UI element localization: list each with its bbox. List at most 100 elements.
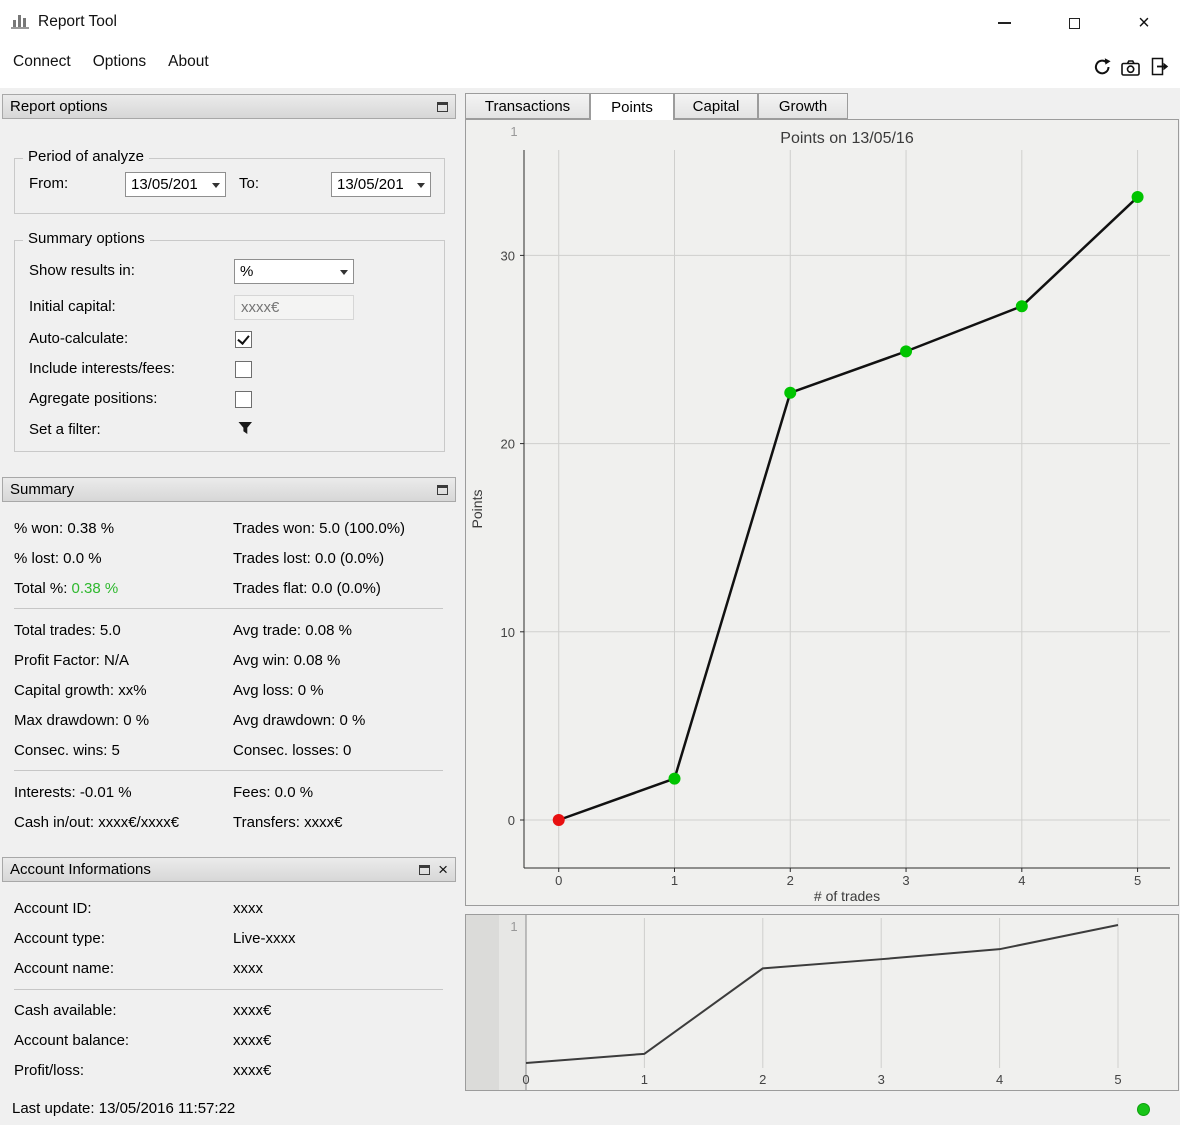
to-date-combo[interactable]: 13/05/201 — [331, 172, 431, 197]
menu-connect[interactable]: Connect — [2, 48, 82, 76]
section-title: Account Informations — [10, 861, 151, 878]
close-panel-icon[interactable]: × — [438, 861, 448, 878]
svg-text:4: 4 — [996, 1072, 1003, 1087]
summary-stat: Trades won: 5.0 (100.0%) — [233, 520, 406, 537]
account-value: xxxx€ — [233, 1062, 272, 1079]
summary-stat: Profit Factor: N/A — [14, 652, 130, 669]
svg-text:3: 3 — [878, 1072, 885, 1087]
export-icon[interactable] — [1150, 57, 1172, 79]
summary-stat: Trades lost: 0.0 (0.0%) — [233, 550, 385, 567]
show-results-value: % — [240, 263, 254, 280]
summary-stat: Avg drawdown: 0 % — [233, 712, 366, 729]
summary-stat: Trades flat: 0.0 (0.0%) — [233, 580, 381, 597]
connection-status-dot — [1137, 1103, 1150, 1116]
tab-points[interactable]: Points — [590, 93, 674, 120]
tab-growth[interactable]: Growth — [758, 93, 848, 119]
account-label: Account ID: — [14, 900, 92, 917]
summary-stat: Avg win: 0.08 % — [233, 652, 341, 669]
summary-stat: Max drawdown: 0 % — [14, 712, 150, 729]
app-icon — [10, 11, 32, 35]
maximize-button[interactable] — [1060, 9, 1088, 37]
svg-text:2: 2 — [787, 873, 794, 888]
initial-capital-label: Initial capital: — [29, 298, 116, 315]
svg-text:4: 4 — [1018, 873, 1025, 888]
close-icon: × — [1138, 12, 1150, 34]
menu-about[interactable]: About — [157, 48, 220, 76]
minimize-button[interactable] — [990, 9, 1018, 37]
summary-stat: Total trades: 5.0 — [14, 622, 121, 639]
total-value: 0.38 % — [71, 580, 119, 597]
svg-text:3: 3 — [902, 873, 909, 888]
float-panel-icon[interactable] — [437, 484, 448, 495]
account-informations-header: Account Informations × — [2, 857, 456, 882]
last-update-text: Last update: 13/05/2016 11:57:22 — [12, 1100, 236, 1117]
summary-stat: Transfers: xxxx€ — [233, 814, 343, 831]
svg-text:5: 5 — [1114, 1072, 1121, 1087]
overview-chart-panel: 01234501 — [458, 914, 1179, 1091]
points-chart-canvas[interactable]: 0 1 2 3 4 5 0 10 20 30 Points on 13/05/16 # of trad… — [458, 120, 1178, 905]
maximize-icon — [1068, 17, 1080, 29]
summary-options-legend: Summary options — [23, 230, 150, 247]
summary-stat: Capital growth: xx% — [14, 682, 147, 699]
svg-text:20: 20 — [501, 437, 515, 452]
svg-text:1: 1 — [671, 873, 678, 888]
account-label: Profit/loss: — [14, 1062, 85, 1079]
svg-text:30: 30 — [501, 248, 515, 263]
include-interests-checkbox[interactable] — [235, 361, 252, 378]
chevron-down-icon — [417, 183, 425, 188]
summary-stat: Cash in/out: xxxx€/xxxx€ — [14, 814, 180, 831]
close-button[interactable]: × — [1130, 9, 1158, 37]
from-date-combo[interactable]: 13/05/201 — [125, 172, 226, 197]
svg-text:0: 0 — [555, 873, 562, 888]
summary-stat: Consec. losses: 0 — [233, 742, 352, 759]
svg-text:5: 5 — [1134, 873, 1141, 888]
account-value: xxxx — [233, 900, 263, 917]
agregate-positions-checkbox[interactable] — [235, 391, 252, 408]
chevron-down-icon — [340, 270, 348, 275]
tab-capital[interactable]: Capital — [674, 93, 758, 119]
account-value: xxxx — [233, 960, 263, 977]
refresh-icon[interactable] — [1093, 57, 1115, 79]
summary-stat-total: Total %: 0.38 % — [14, 577, 118, 601]
account-label: Account type: — [14, 930, 105, 947]
minimize-icon — [997, 22, 1011, 24]
svg-text:Points on 13/05/16: Points on 13/05/16 — [780, 130, 914, 147]
summary-stat: Interests: -0.01 % — [14, 784, 132, 801]
show-results-label: Show results in: — [29, 262, 135, 279]
svg-text:0: 0 — [522, 1072, 529, 1087]
show-results-combo[interactable]: % — [234, 259, 354, 284]
account-label: Account name: — [14, 960, 115, 977]
menu-bar: Connect Options About — [2, 46, 220, 78]
svg-text:1: 1 — [510, 124, 517, 139]
summary-stat: % lost: 0.0 % — [14, 550, 102, 567]
period-groupbox: Period of analyze From: 13/05/201 To: 13… — [14, 148, 445, 214]
svg-text:0: 0 — [508, 813, 515, 828]
float-panel-icon[interactable] — [419, 864, 431, 875]
menu-options[interactable]: Options — [82, 48, 157, 76]
summary-stat: Fees: 0.0 % — [233, 784, 314, 801]
summary-options-groupbox: Summary options Show results in: % Initi… — [14, 230, 445, 452]
window-title: Report Tool — [38, 13, 117, 30]
account-value: xxxx€ — [233, 1002, 272, 1019]
float-panel-icon[interactable] — [437, 101, 448, 112]
agregate-positions-label: Agregate positions: — [29, 390, 158, 407]
section-title: Report options — [10, 98, 108, 115]
summary-divider — [14, 770, 443, 771]
section-title: Summary — [10, 481, 75, 498]
period-legend: Period of analyze — [23, 148, 149, 165]
report-tool-window: Report Tool × Connect Options About Repo… — [0, 0, 1180, 1125]
from-label: From: — [29, 175, 69, 192]
summary-header: Summary — [2, 477, 456, 502]
svg-text:10: 10 — [501, 625, 515, 640]
auto-calculate-checkbox[interactable] — [235, 331, 252, 348]
to-date-value: 13/05/201 — [337, 176, 404, 193]
report-options-header: Report options — [2, 94, 456, 119]
overview-chart-canvas[interactable]: 01234501 — [458, 915, 1178, 1090]
account-label: Account balance: — [14, 1032, 130, 1049]
camera-icon[interactable] — [1121, 59, 1143, 81]
filter-icon[interactable] — [237, 421, 254, 440]
svg-text:1: 1 — [641, 1072, 648, 1087]
summary-stat: % won: 0.38 % — [14, 520, 115, 537]
tab-transactions[interactable]: Transactions — [465, 93, 590, 119]
initial-capital-input[interactable] — [234, 295, 354, 320]
